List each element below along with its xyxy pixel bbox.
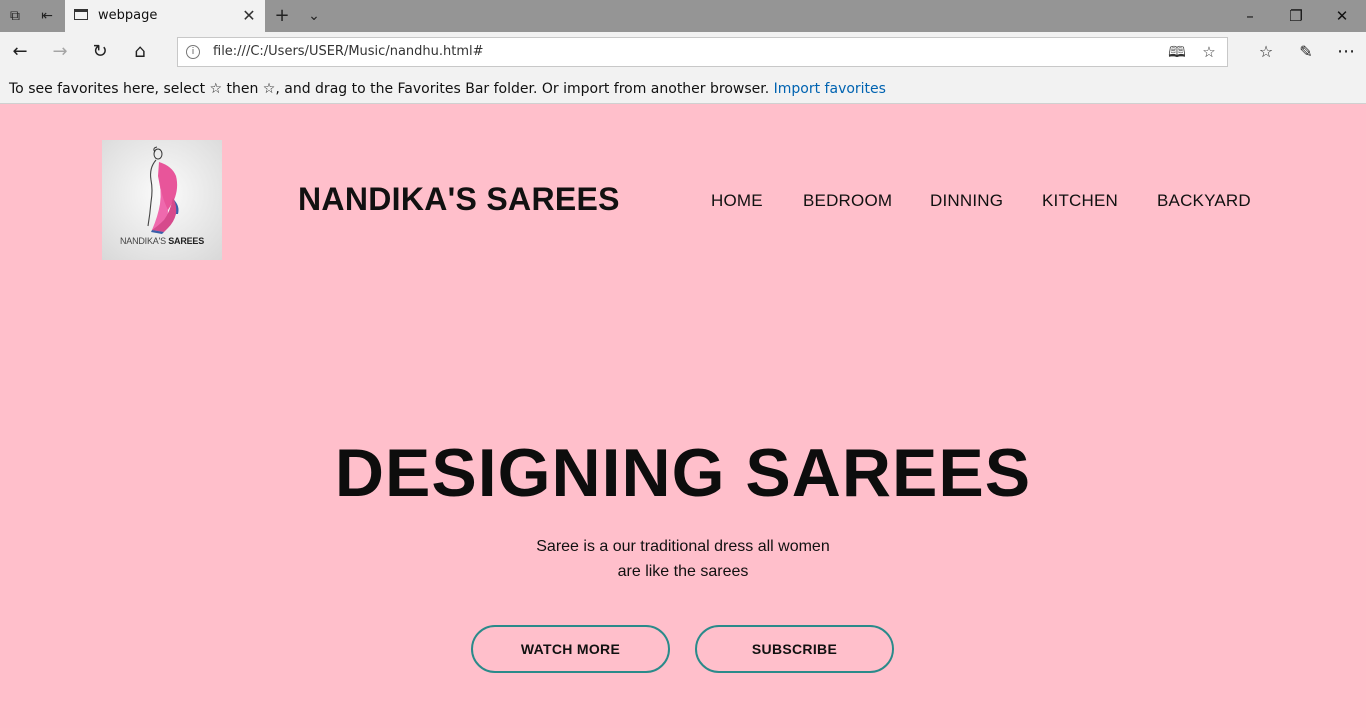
tab-manager-icon[interactable]: ⧉ (5, 6, 25, 26)
chevron-down-icon[interactable]: ⌄ (304, 6, 324, 26)
address-text[interactable]: file:///C:/Users/USER/Music/nandhu.html# (213, 44, 484, 59)
forward-icon[interactable]: → (48, 40, 72, 64)
favorites-prompt: To see favorites here, select ☆ then ☆, … (9, 81, 770, 97)
reading-view-icon[interactable]: 🕮 (1167, 42, 1187, 62)
tab-title: webpage (98, 8, 158, 23)
tab-bar: ⧉ ⇤ webpage ✕ + ⌄ – ❐ ✕ (0, 0, 1366, 32)
logo-caption-bold: SAREES (168, 236, 205, 246)
minimize-icon[interactable]: – (1238, 4, 1262, 28)
new-tab-icon[interactable]: + (272, 6, 292, 26)
hero-text-line-2: are like the sarees (617, 563, 749, 580)
favorites-icon[interactable]: ☆ (1254, 40, 1278, 64)
close-tab-icon[interactable]: ✕ (239, 6, 259, 26)
page-icon (74, 9, 88, 20)
hero-title: DESIGNING SAREES (334, 435, 1032, 511)
info-icon[interactable]: i (186, 45, 200, 59)
more-icon[interactable]: ⋯ (1334, 40, 1358, 64)
navigation-bar: ← → ↻ ⌂ i file:///C:/Users/USER/Music/na… (0, 32, 1366, 72)
nav-home[interactable]: HOME (711, 191, 763, 211)
back-icon[interactable]: ← (8, 40, 32, 64)
address-bar[interactable]: i file:///C:/Users/USER/Music/nandhu.htm… (177, 37, 1228, 67)
close-window-icon[interactable]: ✕ (1330, 4, 1354, 28)
hero-text-line-1: Saree is a our traditional dress all wom… (536, 538, 830, 555)
brand-title[interactable]: NANDIKA'S SAREES (298, 181, 620, 218)
tab-webpage[interactable]: webpage ✕ (65, 0, 265, 32)
watch-more-button[interactable]: WATCH MORE (471, 625, 670, 673)
restore-icon[interactable]: ❐ (1284, 4, 1308, 28)
logo-caption-light: NANDIKA'S (119, 236, 166, 246)
page-content: NANDIKA'S SAREES NANDIKA'S SAREES HOME B… (0, 104, 1366, 728)
subscribe-button[interactable]: SUBSCRIBE (695, 625, 894, 673)
favorite-star-icon[interactable]: ☆ (1199, 42, 1219, 62)
set-aside-tabs-icon[interactable]: ⇤ (37, 6, 57, 26)
nav-backyard[interactable]: BACKYARD (1157, 191, 1251, 211)
saree-figure-icon (147, 146, 179, 234)
import-favorites-link[interactable]: Import favorites (774, 81, 886, 97)
refresh-icon[interactable]: ↻ (88, 40, 112, 64)
nav-bedroom[interactable]: BEDROOM (803, 191, 892, 211)
logo-caption: NANDIKA'S SAREES (102, 236, 222, 246)
nav-dinning[interactable]: DINNING (930, 191, 1003, 211)
favorites-hint: To see favorites here, select ☆ then ☆, … (9, 81, 886, 97)
home-icon[interactable]: ⌂ (128, 40, 152, 64)
logo[interactable]: NANDIKA'S SAREES (102, 140, 222, 260)
favorites-bar: To see favorites here, select ☆ then ☆, … (0, 72, 1366, 104)
pen-icon[interactable]: ✎ (1294, 40, 1318, 64)
nav-kitchen[interactable]: KITCHEN (1042, 191, 1118, 211)
